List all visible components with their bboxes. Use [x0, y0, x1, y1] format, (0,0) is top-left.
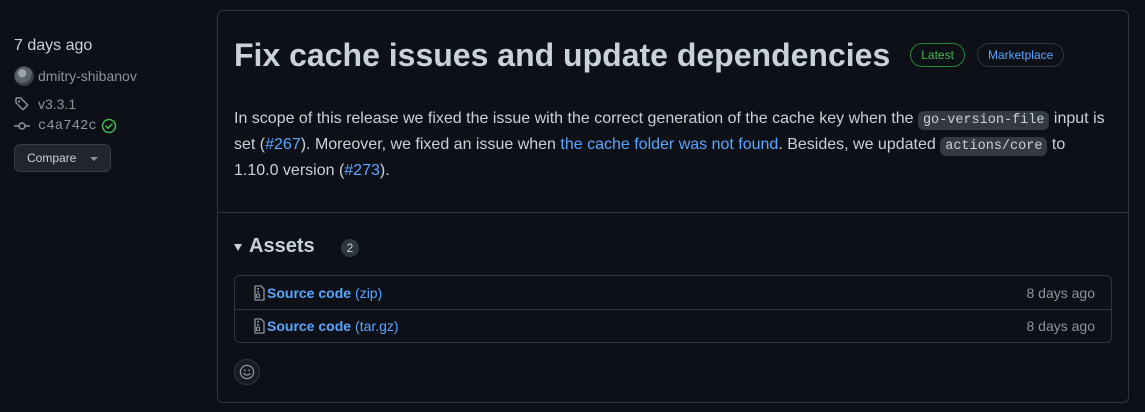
notes-link[interactable]: the cache folder was not found	[560, 136, 778, 153]
triangle-down-icon	[234, 243, 242, 251]
marketplace-badge[interactable]: Marketplace	[976, 43, 1065, 67]
tag-link[interactable]: v3.3.1	[14, 94, 204, 114]
release-title[interactable]: Fix cache issues and update dependencies	[234, 35, 890, 75]
commit-link[interactable]: c4a742c	[14, 116, 204, 136]
release-date: 7 days ago	[14, 37, 93, 54]
release-page: 7 days ago dmitry-shibanov v3.3.1 c4a742…	[0, 0, 1145, 412]
author[interactable]: dmitry-shibanov	[14, 66, 204, 86]
tag-icon	[15, 97, 29, 111]
asset-link[interactable]: Source code	[267, 318, 351, 334]
assets-section: Assets 2 Source code (zip) 8 days ago So…	[218, 213, 1128, 385]
code-snippet: go-version-file	[917, 111, 1050, 130]
asset-extension[interactable]: (tar.gz)	[355, 318, 399, 334]
asset-extension[interactable]: (zip)	[355, 285, 382, 301]
asset-link[interactable]: Source code	[267, 285, 351, 301]
smiley-icon	[239, 364, 255, 380]
compare-button[interactable]: Compare	[14, 144, 112, 172]
notes-text: . Besides, we updated	[778, 136, 941, 153]
author-name[interactable]: dmitry-shibanov	[38, 68, 137, 84]
issue-link[interactable]: #273	[344, 162, 380, 179]
asset-row: Source code (tar.gz) 8 days ago	[235, 309, 1111, 342]
avatar[interactable]	[14, 66, 34, 86]
file-zip-icon	[254, 318, 265, 334]
compare-label: Compare	[27, 151, 77, 165]
latest-badge: Latest	[910, 43, 965, 67]
verified-icon[interactable]	[101, 118, 117, 134]
release-header: Fix cache issues and update dependencies…	[218, 11, 1128, 213]
code-snippet: actions/core	[940, 137, 1048, 156]
tag-label[interactable]: v3.3.1	[38, 96, 76, 112]
release-meta: 7 days ago dmitry-shibanov v3.3.1 c4a742…	[14, 36, 204, 172]
issue-link[interactable]: #267	[265, 136, 301, 153]
assets-count: 2	[340, 239, 360, 257]
notes-text: ).	[379, 162, 390, 179]
notes-text: In scope of this release we fixed the is…	[234, 110, 918, 127]
assets-title[interactable]: Assets	[249, 235, 315, 258]
commit-sha[interactable]: c4a742c	[38, 118, 97, 134]
chevron-down-icon	[90, 157, 99, 161]
release-notes: In scope of this release we fixed the is…	[234, 107, 1114, 183]
release-card: Fix cache issues and update dependencies…	[217, 10, 1129, 403]
file-zip-icon	[254, 284, 265, 301]
asset-row: Source code (zip) 8 days ago	[235, 276, 1111, 309]
title-row: Fix cache issues and update dependencies…	[234, 35, 1112, 75]
commit-icon	[14, 122, 30, 130]
notes-text: ). Moreover, we fixed an issue when	[300, 136, 561, 153]
assets-toggle[interactable]: Assets 2	[234, 233, 1112, 259]
asset-list: Source code (zip) 8 days ago Source code…	[234, 275, 1112, 343]
asset-date: 8 days ago	[1026, 318, 1096, 334]
asset-date: 8 days ago	[1026, 284, 1096, 301]
add-reaction-button[interactable]	[234, 359, 260, 385]
